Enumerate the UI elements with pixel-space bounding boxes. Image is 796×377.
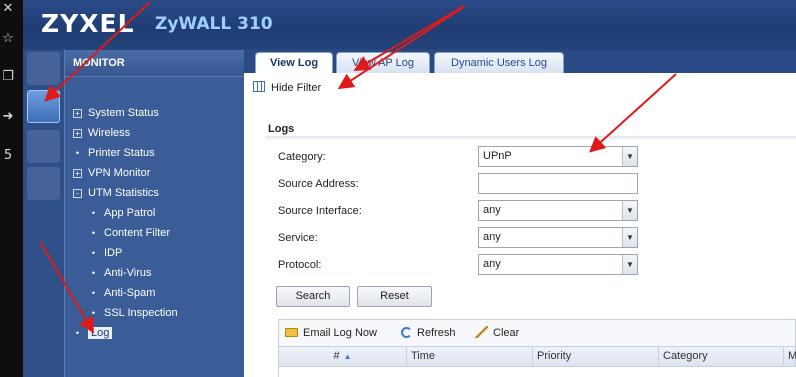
log-content: View Log View AP Log Dynamic Users Log H… [244,50,796,377]
refresh-button[interactable]: Refresh [401,326,456,340]
nav-utm-statistics[interactable]: - UTM Statistics [73,185,159,201]
nav-anti-spam[interactable]: • Anti-Spam [89,285,155,301]
main-menu-icons [23,50,64,377]
nav-ssl-inspection[interactable]: • SSL Inspection [89,305,178,321]
table-row [278,367,796,377]
sort-ascending-icon: ▲ [343,352,352,361]
table-toolbar: Email Log Now Refresh Clear [278,319,796,346]
category-label: Category: [278,151,326,163]
column-category[interactable]: Category [659,347,784,366]
gear-icon[interactable] [27,130,60,163]
monitor-title: MONITOR [65,50,244,77]
nav-content-filter[interactable]: • Content Filter [89,225,170,241]
column-priority[interactable]: Priority [533,347,659,366]
nav-printer-status[interactable]: • Printer Status [73,145,155,161]
nav-system-status[interactable]: + System Status [73,105,159,121]
chevron-down-icon: ▼ [622,255,637,274]
maintenance-icon[interactable] [27,167,60,200]
section-divider [265,136,796,141]
source-interface-label: Source Interface: [278,205,362,217]
service-label: Service: [278,232,318,244]
brand-logo: ZYXEL [41,9,135,38]
tab-view-log[interactable]: View Log [255,52,333,73]
mail-icon [285,328,298,337]
nav-log[interactable]: • Log [73,325,113,341]
monitor-panel: MONITOR + System Status + Wireless • Printe… [64,50,244,377]
chevron-down-icon: ▼ [622,201,637,220]
nav-wireless[interactable]: + Wireless [73,125,130,141]
logs-section-title: Logs [268,123,295,135]
forward-icon[interactable]: ➜ [1,110,15,124]
protocol-select[interactable]: any ▼ [478,254,638,275]
nav-anti-virus[interactable]: • Anti-Virus [89,265,152,281]
dashboard-icon[interactable] [27,52,60,85]
tab-bar: View Log View AP Log Dynamic Users Log [244,50,796,73]
app-header: ZYXEL ZyWALL 310 [23,0,796,50]
source-address-input[interactable] [478,173,638,194]
star-icon[interactable]: ☆ [1,32,15,46]
os-taskbar: ✕ ☆ ❐ ➜ 5 [0,0,23,377]
tab-dynamic-users-log[interactable]: Dynamic Users Log [434,52,564,73]
model-name: ZyWALL 310 [155,14,273,34]
service-select[interactable]: any ▼ [478,227,638,248]
email-log-button[interactable]: Email Log Now [285,326,377,340]
reset-button[interactable]: Reset [357,286,432,307]
nav-idp[interactable]: • IDP [89,245,122,261]
nav-vpn-monitor[interactable]: + VPN Monitor [73,165,150,181]
refresh-icon [401,327,412,338]
source-address-label: Source Address: [278,178,359,190]
copy-icon[interactable]: ❐ [1,70,15,84]
protocol-label: Protocol: [278,259,322,271]
hide-filter-button[interactable]: Hide Filter [253,78,321,98]
brush-icon [475,326,488,338]
chevron-down-icon: ▼ [622,147,637,166]
chevron-down-icon: ▼ [622,228,637,247]
close-icon[interactable]: ✕ [1,2,15,16]
column-message[interactable]: M [784,347,796,366]
clear-button[interactable]: Clear [475,326,519,340]
tab-view-ap-log[interactable]: View AP Log [336,52,430,73]
log-table-header: # ▲ Time Priority Category M [278,346,796,367]
source-interface-select[interactable]: any ▼ [478,200,638,221]
search-button[interactable]: Search [276,286,350,307]
column-number[interactable]: # ▲ [279,347,407,366]
number-icon[interactable]: 5 [1,149,15,163]
column-time[interactable]: Time [407,347,533,366]
monitor-icon[interactable] [27,90,60,123]
table-icon [253,81,265,92]
nav-app-patrol[interactable]: • App Patrol [89,205,155,221]
category-select[interactable]: UPnP ▼ [478,146,638,167]
